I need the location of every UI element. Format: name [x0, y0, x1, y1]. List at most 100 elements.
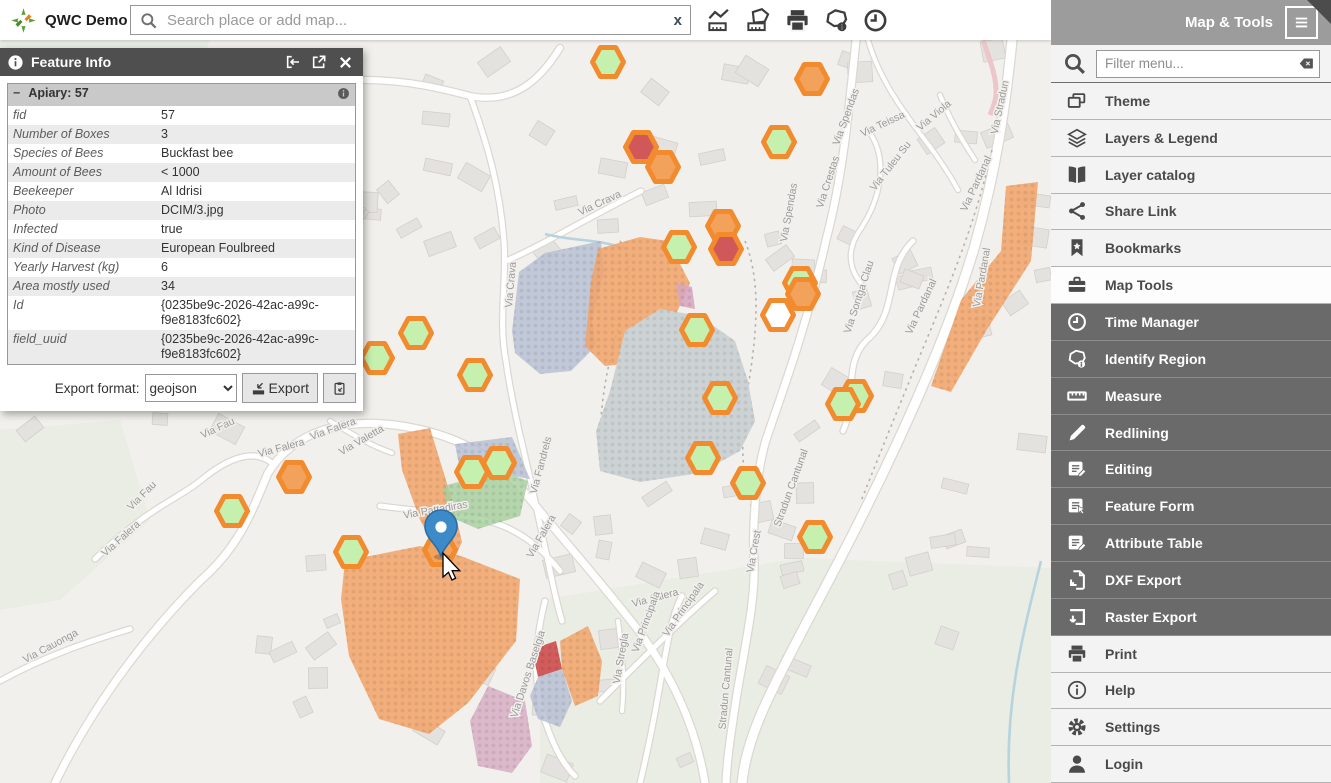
apiary-marker-white[interactable]	[763, 301, 794, 330]
attribute-value: true	[156, 220, 356, 239]
sidebar-item-print[interactable]: Print	[1051, 636, 1331, 673]
attribute-value: {0235be9c-2026-42ac-a99c-f9e8183fc602}	[156, 296, 356, 330]
sidebar-item-layer-catalog[interactable]: Layer catalog	[1051, 157, 1331, 194]
attribute-value: {0235be9c-2026-42ac-a99c-f9e8183fc602}	[156, 330, 356, 365]
sidebar-item-label: Layers & Legend	[1105, 130, 1218, 146]
apiary-marker-green[interactable]	[682, 316, 713, 345]
sidebar-item-label: Editing	[1105, 461, 1152, 477]
search-input[interactable]	[165, 11, 667, 30]
apiary-marker-green[interactable]	[336, 538, 367, 567]
detach-window-icon[interactable]	[308, 51, 330, 73]
sidebar-item-map-tools[interactable]: Map Tools	[1051, 267, 1331, 304]
feature-attribute-row: Area mostly used34	[8, 277, 356, 296]
dock-window-icon[interactable]	[282, 51, 304, 73]
feature-attribute-row: Kind of DiseaseEuropean Foulbreed	[8, 239, 356, 258]
sidebar-item-label: Theme	[1105, 93, 1150, 109]
sidebar-item-measure[interactable]: Measure	[1051, 378, 1331, 415]
copy-to-clipboard-button[interactable]	[323, 373, 356, 403]
apiary-marker-orange[interactable]	[788, 280, 819, 309]
sidebar-item-redlining[interactable]: Redlining	[1051, 415, 1331, 452]
sidebar-item-theme[interactable]: Theme	[1051, 83, 1331, 120]
sidebar-item-bookmarks[interactable]: Bookmarks	[1051, 230, 1331, 267]
apiary-marker-green[interactable]	[362, 344, 393, 373]
collapse-icon[interactable]: −	[13, 86, 20, 101]
backspace-clear-icon[interactable]	[1298, 55, 1315, 72]
feature-attribute-row: PhotoDCIM/3.jpg	[8, 201, 356, 220]
sidebar-item-login[interactable]: Login	[1051, 746, 1331, 783]
export-format-label: Export format:	[55, 381, 140, 396]
sidebar-item-share-link[interactable]: Share Link	[1051, 194, 1331, 231]
attribute-label: Yearly Harvest (kg)	[8, 258, 157, 277]
sidebar-item-settings[interactable]: Settings	[1051, 709, 1331, 746]
sidebar-item-time-manager[interactable]: Time Manager	[1051, 304, 1331, 341]
apiary-marker-green[interactable]	[764, 128, 795, 157]
attribute-label: Number of Boxes	[8, 125, 157, 144]
clipboard-icon	[332, 381, 347, 396]
sidebar-item-editing[interactable]: Editing	[1051, 451, 1331, 488]
close-icon[interactable]	[334, 51, 356, 73]
menu-filter-input[interactable]	[1096, 50, 1320, 78]
apiary-marker-orange[interactable]	[797, 65, 828, 94]
apiary-marker-green[interactable]	[688, 444, 719, 473]
feature-header-row[interactable]: − Apiary: 57	[8, 84, 356, 107]
help-icon	[1063, 679, 1091, 701]
apiary-marker-green[interactable]	[664, 233, 695, 262]
apiary-marker-green[interactable]	[593, 48, 624, 77]
attribute-value: DCIM/3.jpg	[156, 201, 356, 220]
sidebar-item-label: Redlining	[1105, 425, 1169, 441]
apiary-marker-green[interactable]	[828, 390, 859, 419]
apiary-marker-orange[interactable]	[279, 463, 310, 492]
sidebar-item-help[interactable]: Help	[1051, 673, 1331, 710]
apiary-marker-green[interactable]	[800, 523, 831, 552]
measure-area-icon[interactable]	[741, 3, 775, 37]
print-icon	[1063, 643, 1091, 665]
search-bar[interactable]: x	[130, 5, 691, 35]
top-bar: QWC Demo x	[0, 0, 1051, 40]
export-button[interactable]: Export	[242, 373, 318, 403]
feature-info-icon[interactable]	[337, 87, 350, 100]
sidebar-item-dxf-export[interactable]: DXF Export	[1051, 562, 1331, 599]
apiary-marker-green[interactable]	[401, 319, 432, 348]
feature-info-title: Feature Info	[31, 54, 278, 70]
apiary-marker-green[interactable]	[457, 458, 488, 487]
attribute-value: 6	[156, 258, 356, 277]
feature-info-header[interactable]: Feature Info	[0, 48, 363, 76]
attribute-label: fid	[8, 106, 157, 125]
sidebar-item-label: Layer catalog	[1105, 167, 1195, 183]
apiary-marker-red[interactable]	[711, 235, 742, 264]
search-clear-icon[interactable]: x	[674, 12, 682, 29]
sidebar-item-label: Measure	[1105, 388, 1162, 404]
attribute-value: Buckfast bee	[156, 144, 356, 163]
sidebar-item-identify-region[interactable]: Identify Region	[1051, 341, 1331, 378]
apiary-marker-green[interactable]	[705, 384, 736, 413]
attribute-label: Amount of Bees	[8, 163, 157, 182]
measure-line-icon[interactable]	[702, 3, 736, 37]
app-title: QWC Demo	[45, 12, 128, 29]
sidebar-item-label: Identify Region	[1105, 351, 1206, 367]
layers-icon	[1063, 127, 1091, 149]
print-icon[interactable]	[780, 3, 814, 37]
sidebar-item-label: Print	[1105, 646, 1137, 662]
feature-info-window: Feature Info − Apiary: 57	[0, 48, 363, 411]
sidebar-item-attribute-table[interactable]: Attribute Table	[1051, 525, 1331, 562]
compass-logo-icon	[10, 7, 37, 34]
attribute-value: < 1000	[156, 163, 356, 182]
apiary-marker-green[interactable]	[733, 469, 764, 498]
search-icon	[139, 11, 158, 30]
sidebar-item-label: Settings	[1105, 719, 1160, 735]
app-menu-sidebar: Map & Tools ThemeLayers & LegendLayer ca…	[1051, 0, 1331, 783]
sidebar-item-feature-form[interactable]: Feature Form	[1051, 488, 1331, 525]
sidebar-item-label: Help	[1105, 682, 1135, 698]
sidebar-item-label: DXF Export	[1105, 572, 1181, 588]
apiary-marker-orange[interactable]	[648, 153, 679, 182]
dxf-export-icon	[1063, 569, 1091, 591]
sidebar-item-layers-legend[interactable]: Layers & Legend	[1051, 120, 1331, 157]
time-manager-icon[interactable]	[858, 3, 892, 37]
sidebar-item-raster-export[interactable]: Raster Export	[1051, 599, 1331, 636]
export-format-select[interactable]: geojson	[145, 374, 237, 402]
identify-region-icon[interactable]	[819, 3, 853, 37]
apiary-marker-green[interactable]	[217, 497, 248, 526]
sidebar-item-label: Bookmarks	[1105, 240, 1181, 256]
apiary-marker-green[interactable]	[460, 361, 491, 390]
toolbar	[702, 3, 892, 37]
